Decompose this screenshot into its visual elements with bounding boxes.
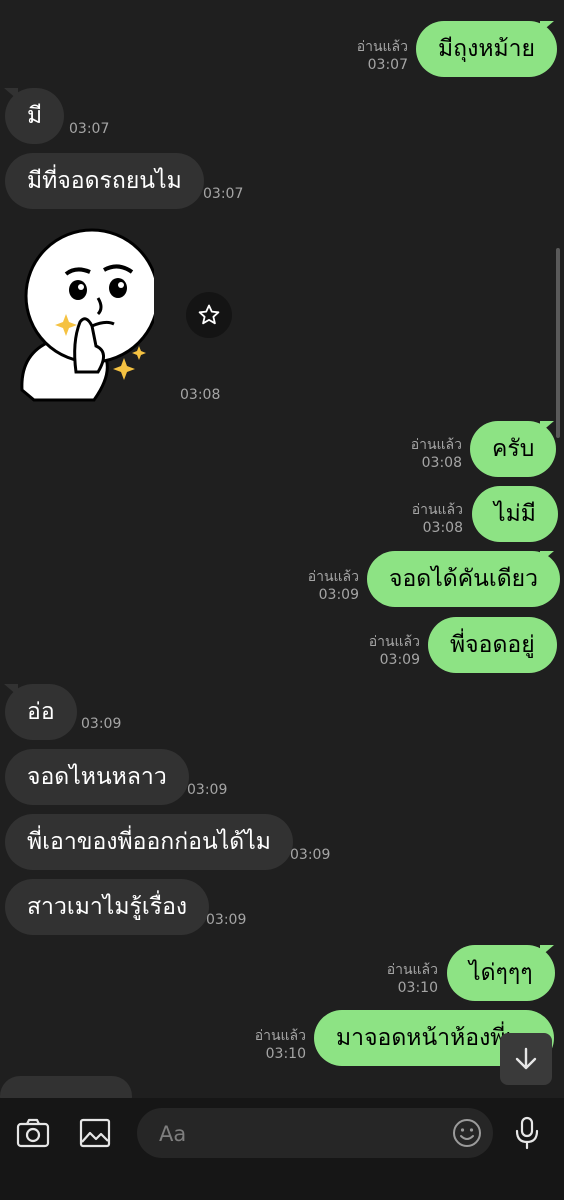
bubble-tail (540, 551, 554, 563)
message-meta: อ่านแล้ว 03:09 (364, 633, 420, 669)
message-bubble-incoming[interactable]: มีที่จอดรถยนไม (5, 153, 204, 209)
message-bubble-outgoing[interactable]: พี่จอดอยู่ (428, 617, 557, 673)
bubble-tail (540, 21, 554, 33)
message-time: 03:09 (379, 652, 420, 668)
message-bubble-incoming[interactable] (0, 1076, 132, 1098)
message-text: ครับ (492, 436, 535, 462)
star-icon (198, 304, 220, 325)
camera-icon (16, 1118, 50, 1148)
arrow-down-icon (515, 1047, 537, 1070)
message-text: มาจอดหน้าห้องพี่เ (336, 1025, 514, 1051)
microphone-button[interactable] (510, 1114, 544, 1152)
message-bubble-outgoing[interactable]: ได่ๆๆๆ (447, 945, 555, 1001)
read-status: อ่านแล้ว (254, 1028, 306, 1044)
message-text: อ่อ (27, 699, 55, 725)
message-text: พี่เอาของพี่ออกก่อนได้ไม (27, 829, 271, 855)
read-status: อ่านแล้ว (307, 569, 359, 585)
message-time: 03:09 (81, 716, 122, 732)
image-icon (79, 1118, 111, 1148)
message-text: มีที่จอดรถยนไม (27, 168, 182, 194)
message-meta: อ่านแล้ว 03:08 (407, 501, 463, 537)
scrollbar[interactable] (556, 248, 560, 438)
message-bubble-incoming[interactable]: อ่อ (5, 684, 77, 740)
message-bubble-outgoing[interactable]: จอดได้คันเดียว (367, 551, 561, 607)
message-time: 03:09 (206, 912, 247, 928)
message-time: 03:09 (318, 587, 359, 603)
message-bubble-incoming[interactable]: พี่เอาของพี่ออกก่อนได้ไม (5, 814, 293, 870)
chat-area[interactable]: อ่านแล้ว 03:07 มีถุงหม้าย มี 03:07 มีที่… (0, 0, 564, 1098)
message-text: จอดไหนหลาว (27, 764, 167, 790)
message-text: จอดได้คันเดียว (389, 566, 539, 592)
message-time: 03:08 (180, 387, 221, 403)
message-meta: อ่านแล้ว 03:09 (303, 568, 359, 604)
message-meta: อ่านแล้ว 03:10 (250, 1027, 306, 1063)
message-meta: อ่านแล้ว 03:07 (352, 38, 408, 74)
sticker-favorite-button[interactable] (186, 292, 232, 338)
message-time: 03:10 (397, 980, 438, 996)
message-meta: อ่านแล้ว 03:10 (382, 961, 438, 997)
message-text: ได่ๆๆๆ (469, 960, 533, 986)
message-text: ไม่มี (494, 501, 536, 527)
message-bubble-incoming[interactable]: มี (5, 88, 65, 144)
message-time: 03:07 (367, 57, 408, 73)
bubble-tail (540, 421, 554, 433)
message-text: มีถุงหม้าย (438, 36, 536, 62)
message-time: 03:09 (290, 847, 331, 863)
emoji-icon (453, 1119, 481, 1147)
message-time: 03:07 (69, 121, 110, 137)
message-input-container (137, 1108, 493, 1160)
scroll-to-bottom-button[interactable] (500, 1033, 552, 1085)
message-time: 03:08 (421, 455, 462, 471)
message-time: 03:07 (203, 186, 244, 202)
message-meta: อ่านแล้ว 03:08 (406, 436, 462, 472)
message-bubble-incoming[interactable]: จอดไหนหลาว (5, 749, 189, 805)
read-status: อ่านแล้ว (410, 437, 462, 453)
message-bubble-outgoing[interactable]: ไม่มี (472, 486, 558, 542)
message-text: สาวเมาไมรู้เรื่อง (27, 894, 188, 920)
message-bubble-outgoing[interactable]: มีถุงหม้าย (416, 21, 558, 77)
message-input[interactable] (157, 1108, 441, 1160)
read-status: อ่านแล้ว (411, 502, 463, 518)
image-button[interactable] (76, 1114, 114, 1152)
message-time: 03:09 (187, 782, 228, 798)
message-time: 03:10 (265, 1046, 306, 1062)
read-status: อ่านแล้ว (368, 634, 420, 650)
thinking-face-sticker[interactable] (14, 222, 160, 412)
camera-button[interactable] (14, 1114, 52, 1152)
message-bubble-incoming[interactable]: สาวเมาไมรู้เรื่อง (5, 879, 210, 935)
read-status: อ่านแล้ว (356, 39, 408, 55)
emoji-button[interactable] (451, 1117, 483, 1149)
message-text: มี (27, 103, 43, 129)
read-status: อ่านแล้ว (386, 962, 438, 978)
microphone-icon (515, 1116, 539, 1150)
message-text: พี่จอดอยู่ (450, 632, 535, 658)
bubble-tail (540, 945, 554, 957)
composer-bar (0, 1098, 564, 1200)
message-time: 03:08 (422, 520, 463, 536)
